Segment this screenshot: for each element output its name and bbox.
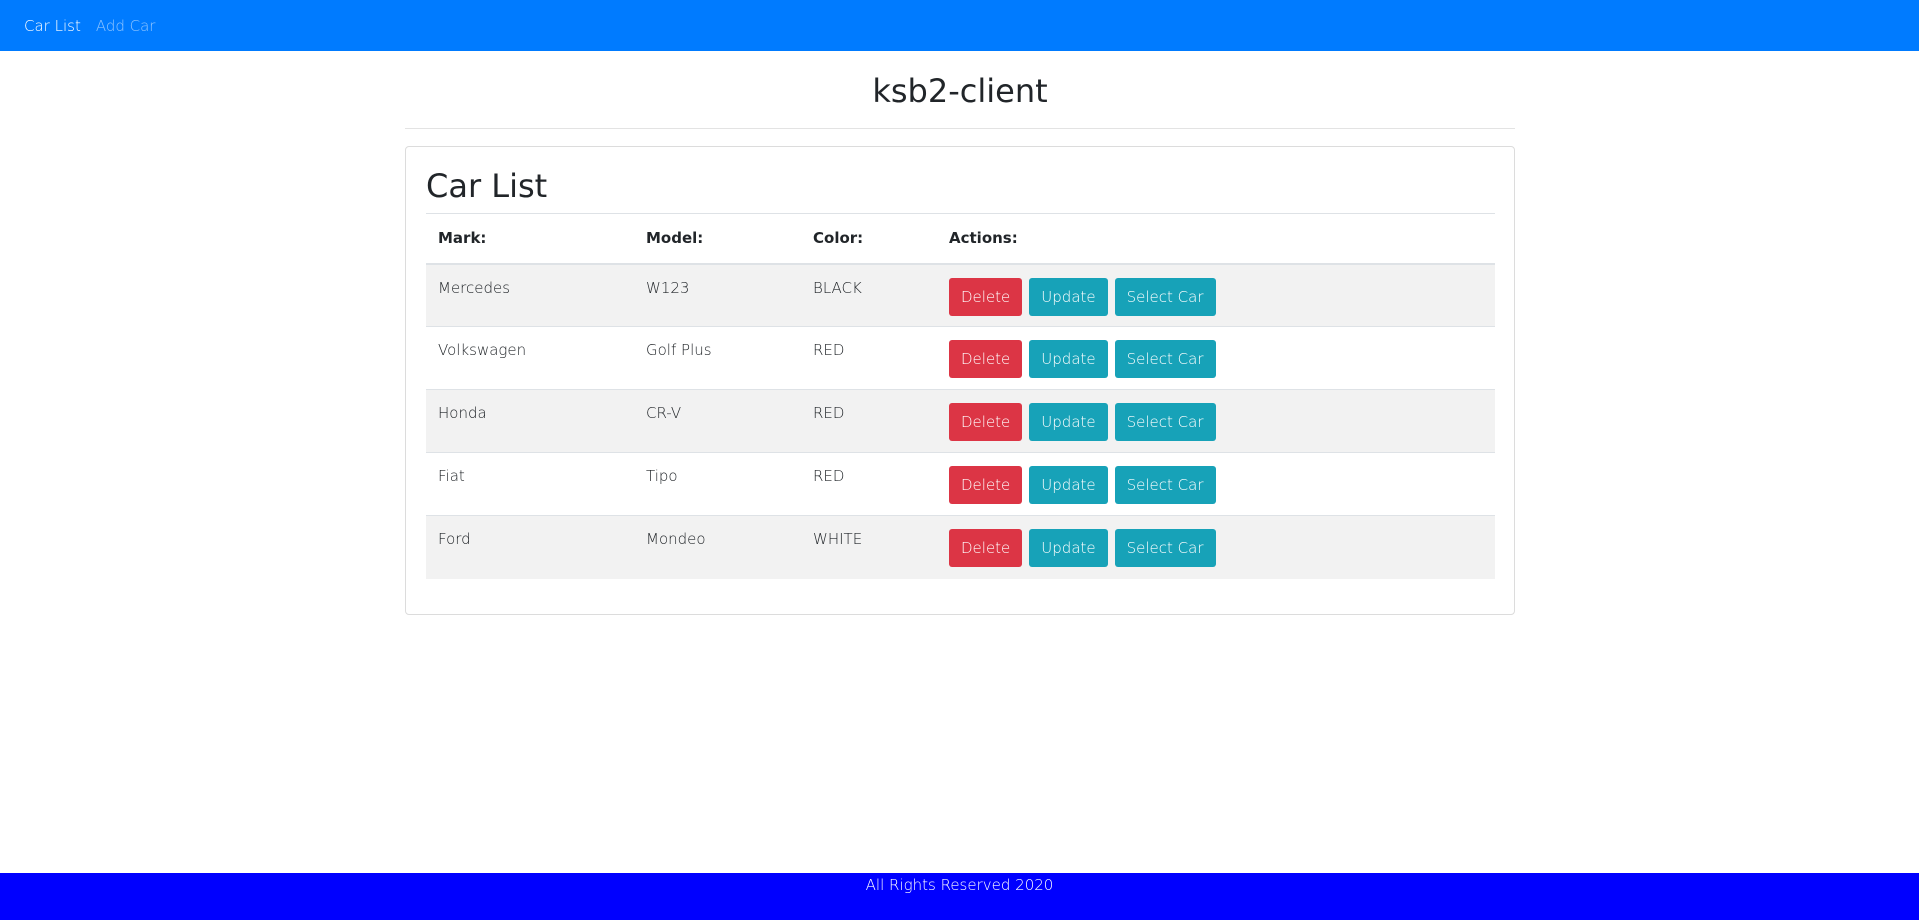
cell-actions: Delete Update Select Car <box>937 389 1495 453</box>
table-row: Volkswagen Golf Plus RED Delete Update Sel… <box>426 326 1495 390</box>
cell-mark: Ford <box>426 515 634 579</box>
table-row: Mercedes W123 BLACK Delete Update Select C… <box>426 263 1495 327</box>
cell-model: Mondeo <box>634 515 801 579</box>
footer-text: All Rights Reserved 2020 <box>865 876 1054 894</box>
cell-color: RED <box>801 326 937 390</box>
update-button[interactable]: Update <box>1029 277 1108 316</box>
nav-link-car-list[interactable]: Car List <box>24 17 81 35</box>
update-button[interactable]: Update <box>1029 403 1108 441</box>
cell-mark: Mercedes <box>426 263 634 327</box>
table-header-row: Mark: Model: Color: Actions: <box>426 213 1495 265</box>
cell-mark: Honda <box>426 389 634 453</box>
delete-button[interactable]: Delete <box>949 277 1023 316</box>
delete-button[interactable]: Delete <box>949 529 1023 567</box>
table-row: Ford Mondeo WHITE Delete Update Select Car <box>426 515 1495 579</box>
cell-mark: Fiat <box>426 452 634 516</box>
cell-actions: Delete Update Select Car <box>937 452 1495 516</box>
cell-model: CR-V <box>634 389 801 453</box>
update-button[interactable]: Update <box>1029 466 1108 504</box>
select-car-button[interactable]: Select Car <box>1114 340 1216 378</box>
top-navbar: Car List Add Car <box>0 0 1919 51</box>
select-car-button[interactable]: Select Car <box>1114 466 1216 504</box>
column-header-color: Color: <box>801 213 937 265</box>
cell-actions: Delete Update Select Car <box>937 326 1495 390</box>
delete-button[interactable]: Delete <box>949 466 1023 504</box>
select-car-button[interactable]: Select Car <box>1114 529 1216 567</box>
cell-color: RED <box>801 452 937 516</box>
cell-mark: Volkswagen <box>426 326 634 390</box>
column-header-model: Model: <box>634 213 801 265</box>
cell-model: Golf Plus <box>634 326 801 390</box>
cell-model: Tipo <box>634 452 801 516</box>
cell-color: WHITE <box>801 515 937 579</box>
select-car-button[interactable]: Select Car <box>1114 403 1216 441</box>
update-button[interactable]: Update <box>1029 529 1108 567</box>
car-table: Mark: Model: Color: Actions: Mercedes W1… <box>426 213 1495 579</box>
app-title: ksb2-client <box>872 72 1048 110</box>
table-row: Fiat Tipo RED Delete Update Select Car <box>426 452 1495 516</box>
delete-button[interactable]: Delete <box>949 340 1023 378</box>
column-header-mark: Mark: <box>426 213 634 265</box>
cell-actions: Delete Update Select Car <box>937 263 1495 327</box>
update-button[interactable]: Update <box>1029 340 1108 378</box>
car-list-card: Car List Mark: Model: Color: Actions: Me… <box>405 146 1515 615</box>
nav-link-add-car[interactable]: Add Car <box>96 17 156 35</box>
cell-model: W123 <box>634 263 801 327</box>
column-header-actions: Actions: <box>937 213 1495 265</box>
cell-color: RED <box>801 389 937 453</box>
card-heading: Car List <box>426 167 548 205</box>
cell-actions: Delete Update Select Car <box>937 515 1495 579</box>
page-footer: All Rights Reserved 2020 <box>0 873 1919 920</box>
title-divider <box>405 128 1515 129</box>
select-car-button[interactable]: Select Car <box>1114 277 1216 316</box>
cell-color: BLACK <box>801 263 937 327</box>
table-row: Honda CR-V RED Delete Update Select Car <box>426 389 1495 453</box>
delete-button[interactable]: Delete <box>949 403 1023 441</box>
